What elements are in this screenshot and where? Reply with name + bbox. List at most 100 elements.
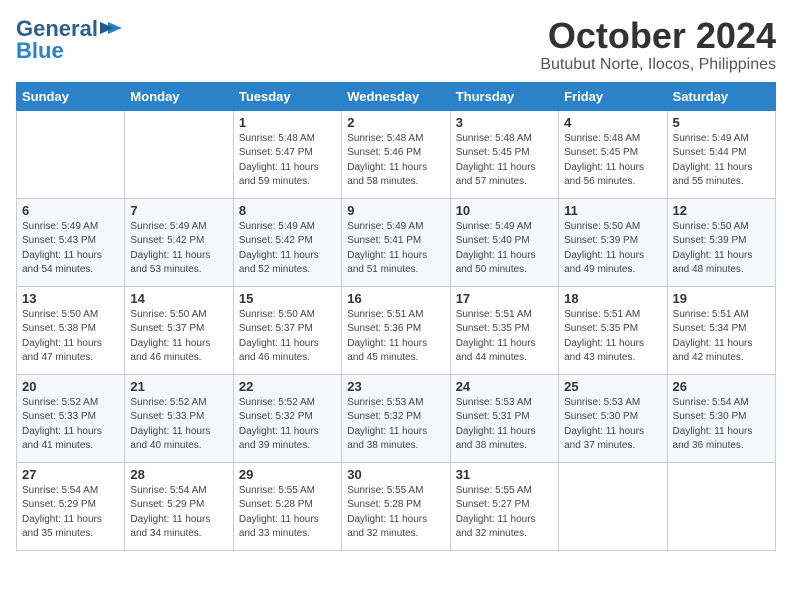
day-info: Sunrise: 5:54 AM Sunset: 5:30 PM Dayligh…	[673, 396, 770, 454]
calendar-cell	[17, 110, 125, 198]
day-info: Sunrise: 5:48 AM Sunset: 5:45 PM Dayligh…	[456, 132, 553, 190]
weekday-header: Friday	[559, 82, 667, 110]
day-number: 15	[239, 291, 336, 306]
day-info: Sunrise: 5:51 AM Sunset: 5:35 PM Dayligh…	[564, 308, 661, 366]
day-info: Sunrise: 5:51 AM Sunset: 5:34 PM Dayligh…	[673, 308, 770, 366]
calendar-cell: 31Sunrise: 5:55 AM Sunset: 5:27 PM Dayli…	[450, 462, 558, 550]
calendar-cell	[125, 110, 233, 198]
day-number: 1	[239, 115, 336, 130]
weekday-header: Saturday	[667, 82, 775, 110]
day-info: Sunrise: 5:49 AM Sunset: 5:44 PM Dayligh…	[673, 132, 770, 190]
day-number: 20	[22, 379, 119, 394]
calendar-cell: 3Sunrise: 5:48 AM Sunset: 5:45 PM Daylig…	[450, 110, 558, 198]
logo-blue: Blue	[16, 38, 64, 64]
weekday-header-row: SundayMondayTuesdayWednesdayThursdayFrid…	[17, 82, 776, 110]
day-info: Sunrise: 5:55 AM Sunset: 5:28 PM Dayligh…	[239, 484, 336, 542]
day-info: Sunrise: 5:51 AM Sunset: 5:36 PM Dayligh…	[347, 308, 444, 366]
day-number: 14	[130, 291, 227, 306]
calendar-week-row: 13Sunrise: 5:50 AM Sunset: 5:38 PM Dayli…	[17, 286, 776, 374]
day-info: Sunrise: 5:50 AM Sunset: 5:37 PM Dayligh…	[130, 308, 227, 366]
day-info: Sunrise: 5:48 AM Sunset: 5:45 PM Dayligh…	[564, 132, 661, 190]
calendar-cell	[559, 462, 667, 550]
day-info: Sunrise: 5:49 AM Sunset: 5:43 PM Dayligh…	[22, 220, 119, 278]
logo: General Blue	[16, 16, 122, 64]
day-number: 31	[456, 467, 553, 482]
day-number: 9	[347, 203, 444, 218]
day-info: Sunrise: 5:53 AM Sunset: 5:31 PM Dayligh…	[456, 396, 553, 454]
calendar-cell: 28 Sunrise: 5:54 AM Sunset: 5:29 PM Dayli…	[125, 462, 233, 550]
weekday-header: Thursday	[450, 82, 558, 110]
calendar-week-row: 20 Sunrise: 5:52 AM Sunset: 5:33 PM Dayli…	[17, 374, 776, 462]
weekday-header: Monday	[125, 82, 233, 110]
calendar-cell: 5 Sunrise: 5:49 AM Sunset: 5:44 PM Daylig…	[667, 110, 775, 198]
day-number: 10	[456, 203, 553, 218]
calendar-cell: 10 Sunrise: 5:49 AM Sunset: 5:40 PM Dayli…	[450, 198, 558, 286]
day-number: 12	[673, 203, 770, 218]
day-info: Sunrise: 5:54 AM Sunset: 5:29 PM Dayligh…	[130, 484, 227, 542]
day-number: 30	[347, 467, 444, 482]
calendar-table: SundayMondayTuesdayWednesdayThursdayFrid…	[16, 82, 776, 551]
calendar-cell: 9 Sunrise: 5:49 AM Sunset: 5:41 PM Daylig…	[342, 198, 450, 286]
day-number: 6	[22, 203, 119, 218]
day-number: 11	[564, 203, 661, 218]
day-number: 17	[456, 291, 553, 306]
day-number: 27	[22, 467, 119, 482]
calendar-week-row: 1 Sunrise: 5:48 AM Sunset: 5:47 PM Daylig…	[17, 110, 776, 198]
day-info: Sunrise: 5:49 AM Sunset: 5:41 PM Dayligh…	[347, 220, 444, 278]
calendar-cell: 14 Sunrise: 5:50 AM Sunset: 5:37 PM Dayli…	[125, 286, 233, 374]
calendar-cell: 30 Sunrise: 5:55 AM Sunset: 5:28 PM Dayli…	[342, 462, 450, 550]
calendar-cell	[667, 462, 775, 550]
day-number: 2	[347, 115, 444, 130]
day-number: 5	[673, 115, 770, 130]
day-info: Sunrise: 5:48 AM Sunset: 5:47 PM Dayligh…	[239, 132, 336, 190]
day-number: 26	[673, 379, 770, 394]
weekday-header: Wednesday	[342, 82, 450, 110]
day-number: 4	[564, 115, 661, 130]
weekday-header: Sunday	[17, 82, 125, 110]
calendar-cell: 19Sunrise: 5:51 AM Sunset: 5:34 PM Dayli…	[667, 286, 775, 374]
calendar-week-row: 27 Sunrise: 5:54 AM Sunset: 5:29 PM Dayli…	[17, 462, 776, 550]
calendar-cell: 22Sunrise: 5:52 AM Sunset: 5:32 PM Dayli…	[233, 374, 341, 462]
day-number: 29	[239, 467, 336, 482]
day-info: Sunrise: 5:54 AM Sunset: 5:29 PM Dayligh…	[22, 484, 119, 542]
day-number: 22	[239, 379, 336, 394]
calendar-cell: 26 Sunrise: 5:54 AM Sunset: 5:30 PM Dayli…	[667, 374, 775, 462]
day-info: Sunrise: 5:50 AM Sunset: 5:39 PM Dayligh…	[564, 220, 661, 278]
calendar-cell: 4 Sunrise: 5:48 AM Sunset: 5:45 PM Daylig…	[559, 110, 667, 198]
calendar-cell: 27 Sunrise: 5:54 AM Sunset: 5:29 PM Dayli…	[17, 462, 125, 550]
calendar-cell: 12 Sunrise: 5:50 AM Sunset: 5:39 PM Dayli…	[667, 198, 775, 286]
day-number: 24	[456, 379, 553, 394]
day-number: 7	[130, 203, 227, 218]
calendar-cell: 13Sunrise: 5:50 AM Sunset: 5:38 PM Dayli…	[17, 286, 125, 374]
day-info: Sunrise: 5:51 AM Sunset: 5:35 PM Dayligh…	[456, 308, 553, 366]
day-info: Sunrise: 5:52 AM Sunset: 5:33 PM Dayligh…	[22, 396, 119, 454]
day-number: 28	[130, 467, 227, 482]
calendar-cell: 21 Sunrise: 5:52 AM Sunset: 5:33 PM Dayli…	[125, 374, 233, 462]
day-info: Sunrise: 5:49 AM Sunset: 5:42 PM Dayligh…	[239, 220, 336, 278]
day-info: Sunrise: 5:49 AM Sunset: 5:40 PM Dayligh…	[456, 220, 553, 278]
calendar-cell: 23Sunrise: 5:53 AM Sunset: 5:32 PM Dayli…	[342, 374, 450, 462]
day-number: 18	[564, 291, 661, 306]
calendar-cell: 8Sunrise: 5:49 AM Sunset: 5:42 PM Daylig…	[233, 198, 341, 286]
calendar-cell: 25Sunrise: 5:53 AM Sunset: 5:30 PM Dayli…	[559, 374, 667, 462]
day-info: Sunrise: 5:48 AM Sunset: 5:46 PM Dayligh…	[347, 132, 444, 190]
calendar-cell: 11 Sunrise: 5:50 AM Sunset: 5:39 PM Dayli…	[559, 198, 667, 286]
calendar-week-row: 6 Sunrise: 5:49 AM Sunset: 5:43 PM Daylig…	[17, 198, 776, 286]
calendar-cell: 29 Sunrise: 5:55 AM Sunset: 5:28 PM Dayli…	[233, 462, 341, 550]
calendar-cell: 24 Sunrise: 5:53 AM Sunset: 5:31 PM Dayli…	[450, 374, 558, 462]
day-info: Sunrise: 5:52 AM Sunset: 5:33 PM Dayligh…	[130, 396, 227, 454]
calendar-cell: 7 Sunrise: 5:49 AM Sunset: 5:42 PM Daylig…	[125, 198, 233, 286]
logo-icon	[100, 20, 122, 38]
calendar-cell: 6 Sunrise: 5:49 AM Sunset: 5:43 PM Daylig…	[17, 198, 125, 286]
location-title: Butubut Norte, Ilocos, Philippines	[540, 56, 776, 74]
calendar-cell: 15Sunrise: 5:50 AM Sunset: 5:37 PM Dayli…	[233, 286, 341, 374]
calendar-cell: 20 Sunrise: 5:52 AM Sunset: 5:33 PM Dayli…	[17, 374, 125, 462]
day-info: Sunrise: 5:49 AM Sunset: 5:42 PM Dayligh…	[130, 220, 227, 278]
day-info: Sunrise: 5:55 AM Sunset: 5:28 PM Dayligh…	[347, 484, 444, 542]
day-info: Sunrise: 5:53 AM Sunset: 5:30 PM Dayligh…	[564, 396, 661, 454]
day-info: Sunrise: 5:50 AM Sunset: 5:39 PM Dayligh…	[673, 220, 770, 278]
day-number: 21	[130, 379, 227, 394]
calendar-cell: 2 Sunrise: 5:48 AM Sunset: 5:46 PM Daylig…	[342, 110, 450, 198]
calendar-cell: 18 Sunrise: 5:51 AM Sunset: 5:35 PM Dayli…	[559, 286, 667, 374]
page-header: General Blue October 2024 Butubut Norte,…	[16, 16, 776, 74]
